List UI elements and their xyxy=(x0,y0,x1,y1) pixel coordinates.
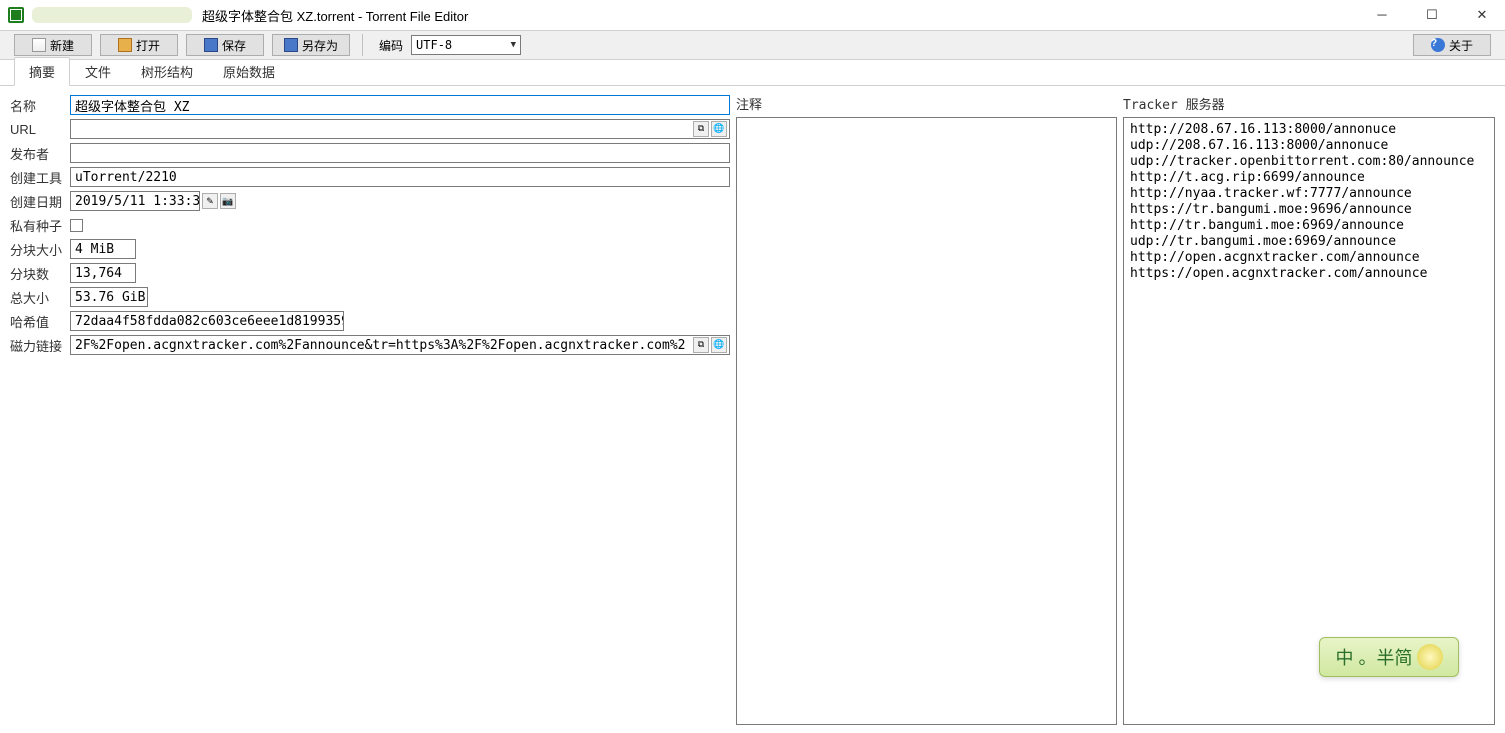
magnet-label: 磁力链接 xyxy=(10,336,70,355)
trackers-textarea[interactable]: http://208.67.16.113:8000/annonuce udp:/… xyxy=(1123,117,1495,725)
created-label: 创建日期 xyxy=(10,192,70,211)
tab-raw[interactable]: 原始数据 xyxy=(208,57,290,86)
toolbar: 新建 打开 保存 另存为 编码 UTF-8 ▼ ? 关于 xyxy=(0,30,1505,60)
piece-size-input[interactable]: 4 MiB xyxy=(70,239,136,259)
open-icon xyxy=(118,38,132,52)
saveas-button[interactable]: 另存为 xyxy=(272,34,350,56)
magnet-input[interactable]: 2F%2Fopen.acgnxtracker.com%2Fannounce&tr… xyxy=(70,335,730,355)
tab-summary[interactable]: 摘要 xyxy=(14,57,70,86)
private-checkbox[interactable] xyxy=(70,219,83,232)
open-magnet-icon[interactable]: 🌐 xyxy=(711,337,727,353)
save-label: 保存 xyxy=(222,37,246,54)
maximize-button[interactable]: ☐ xyxy=(1417,7,1447,23)
open-label: 打开 xyxy=(136,37,160,54)
ime-text: 中 。半简 xyxy=(1335,644,1412,670)
about-icon: ? xyxy=(1431,38,1445,52)
encoding-label: 编码 xyxy=(379,37,403,54)
piece-count-label: 分块数 xyxy=(10,264,70,283)
chevron-down-icon: ▼ xyxy=(511,40,516,50)
creator-label: 创建工具 xyxy=(10,168,70,187)
piece-count-value: 13,764 xyxy=(70,263,136,283)
minimize-button[interactable]: ─ xyxy=(1367,7,1397,23)
hash-label: 哈希值 xyxy=(10,312,70,331)
tab-bar: 摘要 文件 树形结构 原始数据 xyxy=(0,60,1505,86)
comment-textarea[interactable] xyxy=(736,117,1117,725)
window-title: 超级字体整合包 XZ.torrent - Torrent File Editor xyxy=(202,6,468,25)
titlebar-mask xyxy=(32,7,192,23)
calendar-icon[interactable]: 📷 xyxy=(220,193,236,209)
encoding-select[interactable]: UTF-8 ▼ xyxy=(411,35,521,55)
copy-icon[interactable]: ⧉ xyxy=(693,121,709,137)
publisher-input[interactable] xyxy=(70,143,730,163)
hash-value[interactable]: 72daa4f58fdda082c603ce6eee1d8199359434 xyxy=(70,311,344,331)
tab-tree[interactable]: 树形结构 xyxy=(126,57,208,86)
save-icon xyxy=(204,38,218,52)
globe-icon[interactable]: 🌐 xyxy=(711,121,727,137)
about-label: 关于 xyxy=(1449,37,1473,54)
new-icon xyxy=(32,38,46,52)
url-input[interactable]: ⧉ 🌐 xyxy=(70,119,730,139)
close-button[interactable]: ✕ xyxy=(1467,7,1497,23)
total-size-label: 总大小 xyxy=(10,288,70,307)
private-label: 私有种子 xyxy=(10,216,70,235)
summary-form: 名称 超级字体整合包 XZ URL ⧉ 🌐 发布者 创建工具 uTorrent/… xyxy=(10,94,730,725)
comment-label: 注释 xyxy=(736,94,1117,113)
toolbar-separator xyxy=(362,34,363,56)
window-controls: ─ ☐ ✕ xyxy=(1367,7,1497,23)
ime-indicator: 中 。半简 xyxy=(1319,637,1459,677)
total-size-value: 53.76 GiB xyxy=(70,287,148,307)
url-label: URL xyxy=(10,122,70,137)
piece-size-label: 分块大小 xyxy=(10,240,70,259)
edit-date-icon[interactable]: ✎ xyxy=(202,193,218,209)
about-button[interactable]: ? 关于 xyxy=(1413,34,1491,56)
trackers-label: Tracker 服务器 xyxy=(1123,94,1495,113)
name-input[interactable]: 超级字体整合包 XZ xyxy=(70,95,730,115)
titlebar: 超级字体整合包 XZ.torrent - Torrent File Editor… xyxy=(0,0,1505,30)
comment-column: 注释 xyxy=(736,94,1117,725)
publisher-label: 发布者 xyxy=(10,144,70,163)
saveas-label: 另存为 xyxy=(302,37,338,54)
name-label: 名称 xyxy=(10,96,70,115)
content-area: 名称 超级字体整合包 XZ URL ⧉ 🌐 发布者 创建工具 uTorrent/… xyxy=(0,86,1505,733)
creator-input[interactable]: uTorrent/2210 xyxy=(70,167,730,187)
created-input[interactable]: 2019/5/11 1:33:37 xyxy=(70,191,200,211)
new-label: 新建 xyxy=(50,37,74,54)
saveas-icon xyxy=(284,38,298,52)
open-button[interactable]: 打开 xyxy=(100,34,178,56)
new-button[interactable]: 新建 xyxy=(14,34,92,56)
ime-flower-icon xyxy=(1417,644,1443,670)
app-icon xyxy=(8,7,24,23)
tab-files[interactable]: 文件 xyxy=(70,57,126,86)
encoding-value: UTF-8 xyxy=(416,38,452,52)
copy-magnet-icon[interactable]: ⧉ xyxy=(693,337,709,353)
trackers-column: Tracker 服务器 http://208.67.16.113:8000/an… xyxy=(1123,94,1495,725)
save-button[interactable]: 保存 xyxy=(186,34,264,56)
